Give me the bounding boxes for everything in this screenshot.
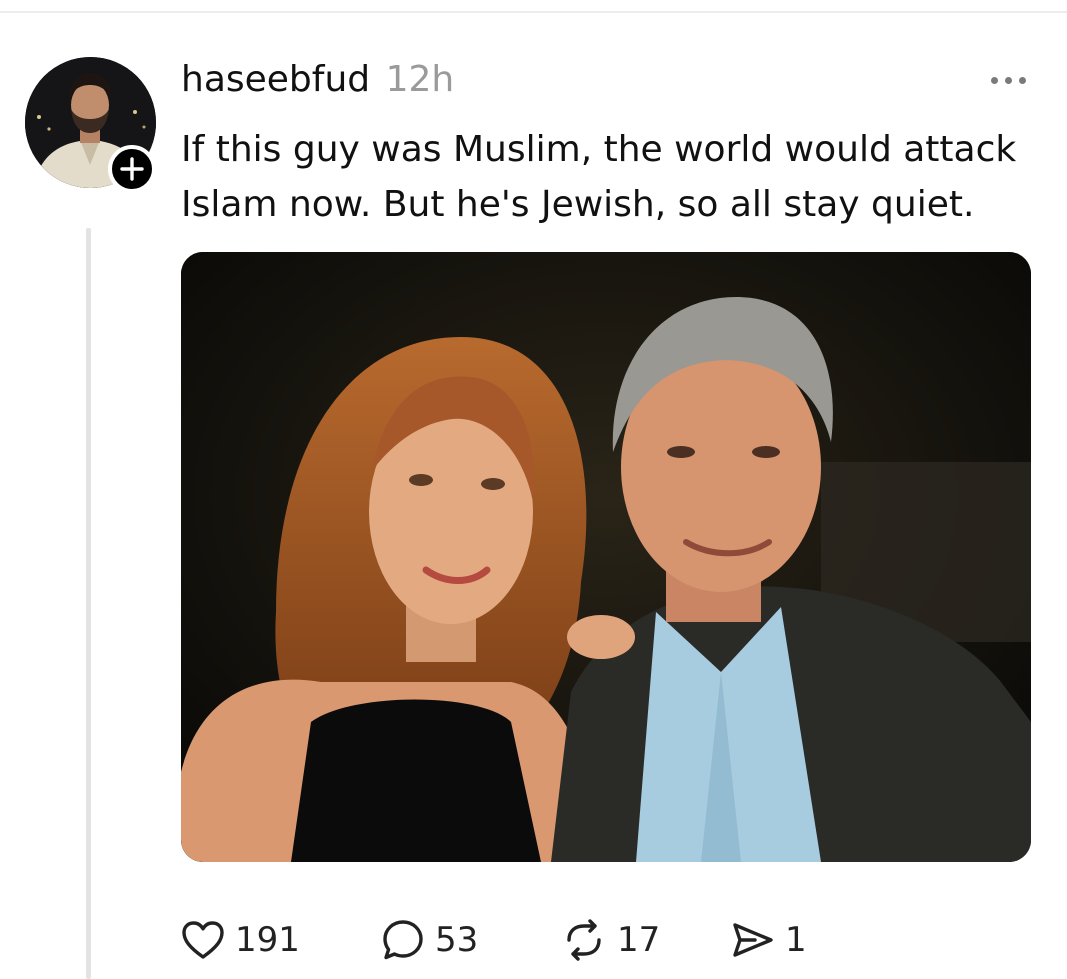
speech-bubble-icon — [383, 920, 423, 960]
share-count: 1 — [785, 920, 807, 960]
like-count: 191 — [235, 920, 300, 960]
action-bar: 191 53 17 1 — [181, 912, 851, 968]
post-header: haseebfud 12h — [181, 56, 454, 104]
repost-icon — [567, 919, 601, 961]
top-divider — [0, 11, 1067, 13]
heart-icon — [182, 921, 224, 959]
post-image[interactable] — [181, 252, 1031, 862]
more-options-button[interactable] — [983, 62, 1033, 98]
like-button[interactable]: 191 — [181, 912, 381, 968]
username[interactable]: haseebfud — [181, 59, 370, 100]
thread-line — [86, 228, 91, 979]
post-text: If this guy was Muslim, the world would … — [181, 129, 1017, 225]
ellipsis-dot — [1004, 76, 1012, 84]
plus-icon — [120, 157, 144, 181]
repost-button[interactable]: 17 — [561, 912, 731, 968]
ellipsis-icon — [990, 76, 998, 84]
repost-count: 17 — [617, 920, 661, 960]
reply-button[interactable]: 53 — [381, 912, 561, 968]
follow-button[interactable] — [108, 145, 156, 193]
timestamp: 12h — [385, 59, 455, 100]
ellipsis-dot — [1018, 76, 1026, 84]
reply-count: 53 — [435, 920, 479, 960]
send-icon — [733, 923, 773, 957]
share-button[interactable]: 1 — [731, 912, 851, 968]
attached-photo-icon — [181, 252, 1031, 862]
